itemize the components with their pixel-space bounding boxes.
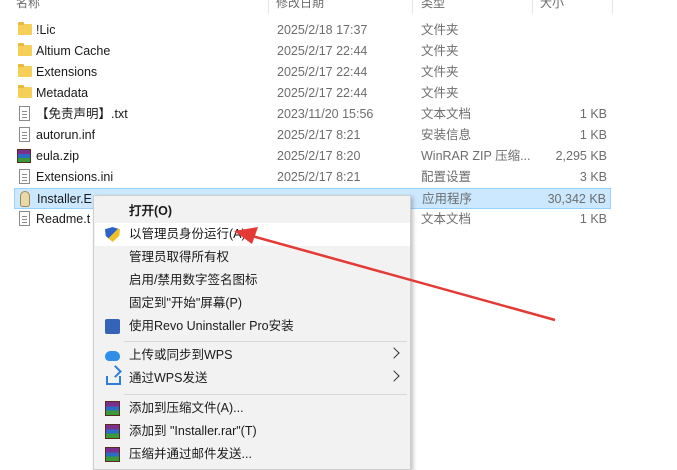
- header-divider[interactable]: [612, 0, 613, 14]
- menu-item-label: 添加到压缩文件(A)...: [129, 401, 244, 415]
- file-name: Readme.t: [36, 212, 91, 226]
- winrar-icon: [17, 149, 31, 163]
- header-divider[interactable]: [268, 0, 269, 14]
- file-row[interactable]: Metadata 2025/2/17 22:44 文件夹: [14, 83, 611, 104]
- menu-item-open[interactable]: 打开(O): [95, 200, 410, 223]
- file-row[interactable]: !Lic 2025/2/18 17:37 文件夹: [14, 20, 611, 41]
- menu-item-add-to-archive[interactable]: 添加到压缩文件(A)...: [95, 397, 410, 420]
- menu-item-label: 上传或同步到WPS: [129, 348, 233, 362]
- header-size[interactable]: 大小: [540, 0, 564, 10]
- uac-shield-icon: [105, 227, 120, 242]
- folder-icon: [18, 64, 32, 77]
- setup-info-icon: [19, 127, 30, 142]
- revo-icon: [105, 319, 120, 334]
- context-menu: 打开(O) 以管理员身份运行(A) 管理员取得所有权 启用/禁用数字签名图标 固…: [93, 195, 411, 470]
- file-type: 安装信息: [421, 128, 472, 142]
- menu-separator: [124, 394, 407, 395]
- file-type: 文本文档: [421, 107, 472, 121]
- menu-item-signature-icon[interactable]: 启用/禁用数字签名图标: [95, 269, 410, 292]
- file-size: 3 KB: [579, 170, 607, 184]
- file-date: 2025/2/17 8:20: [277, 149, 361, 163]
- installer-icon: [20, 191, 30, 207]
- text-file-icon: [19, 211, 30, 226]
- folder-icon: [18, 85, 32, 98]
- file-name: Altium Cache: [36, 44, 111, 58]
- menu-item-label: 压缩并通过邮件发送...: [129, 447, 252, 461]
- file-date: 2025/2/17 22:44: [277, 65, 368, 79]
- text-file-icon: [19, 106, 30, 121]
- winrar-icon: [105, 447, 120, 462]
- file-size: 1 KB: [579, 107, 607, 121]
- file-type: 文本文档: [421, 212, 472, 226]
- file-name: Extensions: [36, 65, 98, 79]
- file-row[interactable]: Extensions 2025/2/17 22:44 文件夹: [14, 62, 611, 83]
- file-type: 文件夹: [421, 65, 459, 79]
- file-row[interactable]: Extensions.ini 2025/2/17 8:21 配置设置 3 KB: [14, 167, 611, 188]
- menu-item-label: 固定到"开始"屏幕(P): [129, 296, 243, 310]
- file-row[interactable]: eula.zip 2025/2/17 8:20 WinRAR ZIP 压缩...…: [14, 146, 611, 167]
- header-divider[interactable]: [412, 0, 413, 14]
- header-date[interactable]: 修改日期: [276, 0, 324, 10]
- file-name: Extensions.ini: [36, 170, 114, 184]
- menu-item-label: 以管理员身份运行(A): [129, 227, 246, 241]
- column-header: 名称 修改日期 类型 大小: [0, 0, 677, 14]
- file-date: 2025/2/17 22:44: [277, 44, 368, 58]
- file-name: Metadata: [36, 86, 89, 100]
- menu-separator: [124, 341, 407, 342]
- chevron-right-icon: [388, 347, 400, 359]
- menu-item-wps-sync[interactable]: 上传或同步到WPS: [95, 344, 410, 367]
- menu-item-take-ownership[interactable]: 管理员取得所有权: [95, 246, 410, 269]
- menu-item-label: 通过WPS发送: [129, 371, 208, 385]
- menu-item-label: 启用/禁用数字签名图标: [129, 273, 258, 287]
- file-row[interactable]: 【免责声明】.txt 2023/11/20 15:56 文本文档 1 KB: [14, 104, 611, 125]
- file-type: 文件夹: [421, 44, 459, 58]
- file-date: 2025/2/17 22:44: [277, 86, 368, 100]
- menu-item-add-to-rar[interactable]: 添加到 "Installer.rar"(T): [95, 420, 410, 443]
- menu-item-run-as-admin[interactable]: 以管理员身份运行(A): [95, 223, 410, 246]
- menu-item-revo-install[interactable]: 使用Revo Uninstaller Pro安装: [95, 315, 410, 338]
- folder-icon: [18, 22, 32, 35]
- menu-item-wps-send[interactable]: 通过WPS发送: [95, 367, 410, 390]
- header-type[interactable]: 类型: [421, 0, 445, 10]
- menu-item-label: 添加到 "Installer.rar"(T): [129, 424, 257, 438]
- file-row[interactable]: Altium Cache 2025/2/17 22:44 文件夹: [14, 41, 611, 62]
- winrar-icon: [105, 424, 120, 439]
- folder-icon: [18, 43, 32, 56]
- menu-item-pin-to-start[interactable]: 固定到"开始"屏幕(P): [95, 292, 410, 315]
- file-name: autorun.inf: [36, 128, 96, 142]
- file-size: 2,295 KB: [555, 149, 607, 163]
- file-name: 【免责声明】.txt: [36, 107, 128, 121]
- file-name: !Lic: [36, 23, 56, 37]
- file-row[interactable]: autorun.inf 2025/2/17 8:21 安装信息 1 KB: [14, 125, 611, 146]
- file-date: 2025/2/17 8:21: [277, 170, 361, 184]
- header-name[interactable]: 名称: [16, 0, 40, 10]
- file-date: 2023/11/20 15:56: [277, 107, 374, 121]
- header-divider[interactable]: [532, 0, 533, 14]
- file-name: eula.zip: [36, 149, 80, 163]
- menu-item-label: 使用Revo Uninstaller Pro安装: [129, 319, 294, 333]
- file-type: WinRAR ZIP 压缩...: [421, 149, 531, 163]
- file-date: 2025/2/18 17:37: [277, 23, 368, 37]
- share-icon: [106, 376, 121, 385]
- file-size: 1 KB: [579, 128, 607, 142]
- file-size: 30,342 KB: [547, 192, 606, 206]
- cloud-icon: [105, 351, 120, 361]
- menu-item-compress-email[interactable]: 压缩并通过邮件发送...: [95, 443, 410, 466]
- file-date: 2025/2/17 8:21: [277, 128, 361, 142]
- file-type: 文件夹: [421, 23, 459, 37]
- config-file-icon: [19, 169, 30, 184]
- file-type: 配置设置: [421, 170, 472, 184]
- chevron-right-icon: [388, 370, 400, 382]
- menu-item-label: 打开(O): [129, 204, 173, 218]
- menu-item-label: 管理员取得所有权: [129, 250, 230, 264]
- file-size: 1 KB: [579, 212, 607, 226]
- file-type: 文件夹: [421, 86, 459, 100]
- file-type: 应用程序: [422, 192, 473, 206]
- winrar-icon: [105, 401, 120, 416]
